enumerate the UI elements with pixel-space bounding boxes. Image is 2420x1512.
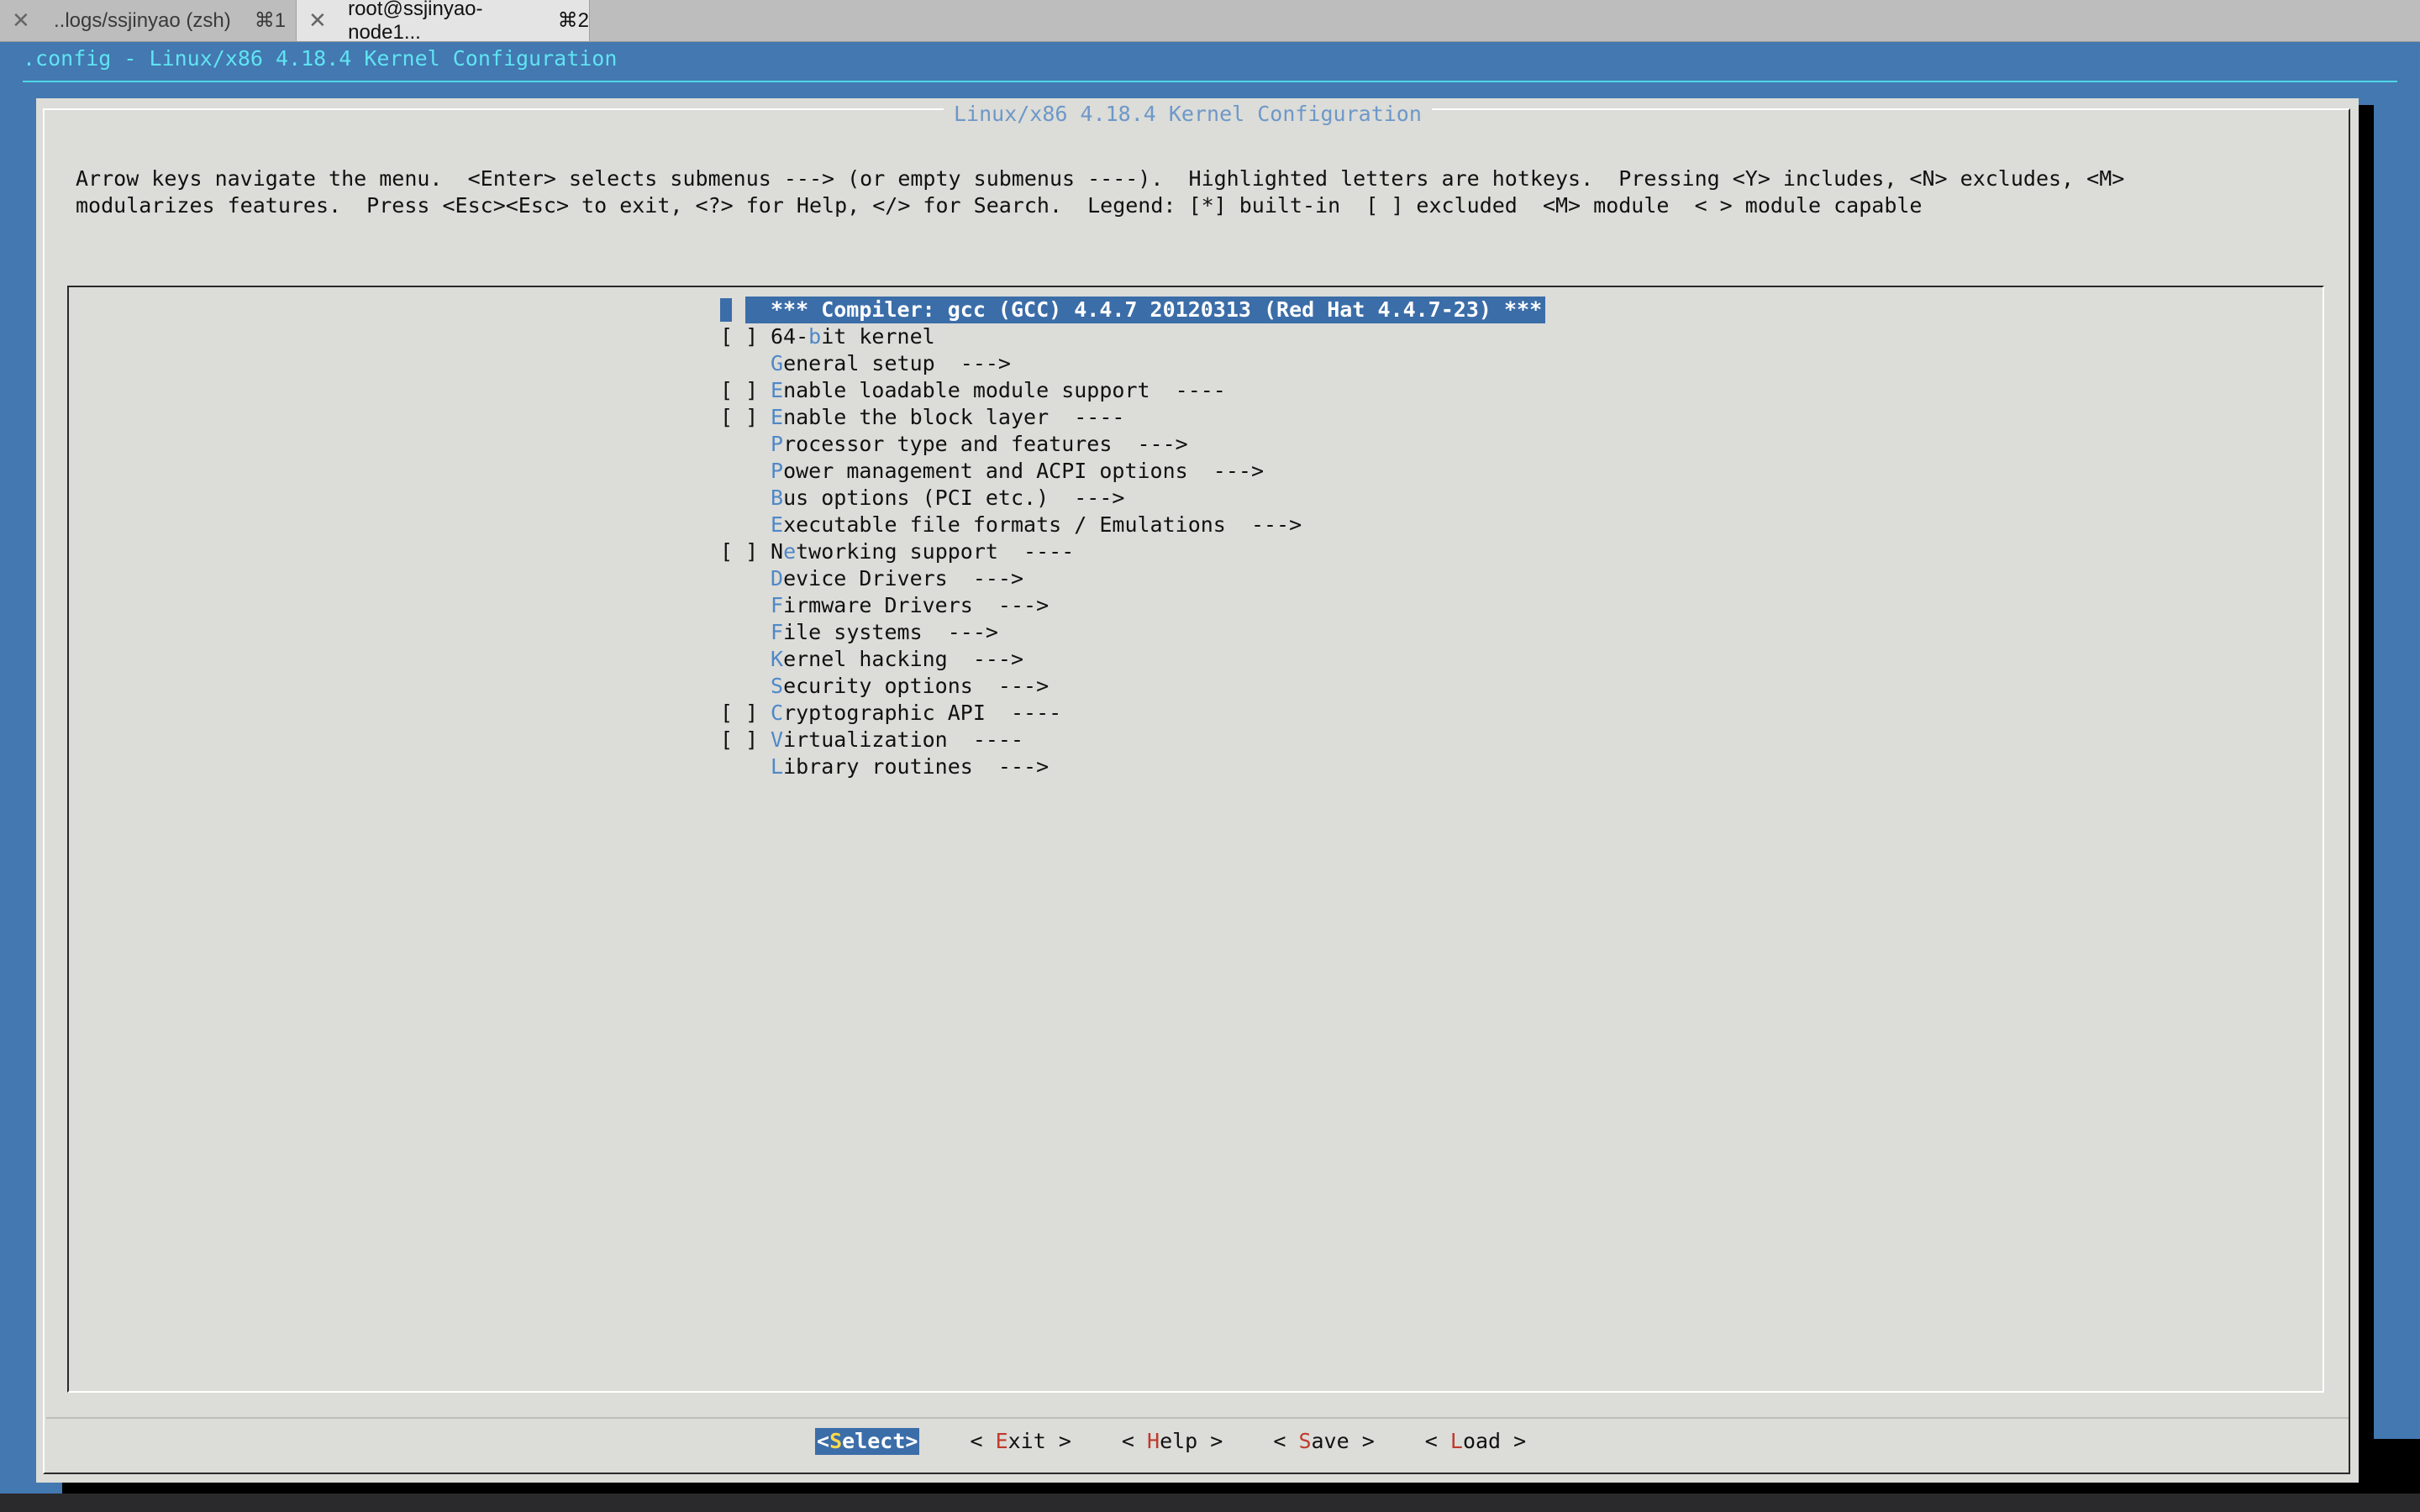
help-line: Arrow keys navigate the menu. <Enter> se…: [76, 166, 2125, 191]
hotkey-letter: S: [771, 674, 784, 698]
hotkey-letter: P: [771, 459, 784, 483]
checkbox-indicator: [ ]: [720, 405, 759, 429]
hotkey-letter: e: [783, 539, 797, 564]
checkbox-indicator: [ ]: [720, 378, 759, 402]
save-button[interactable]: < Save >: [1273, 1428, 1374, 1455]
tab-root-ssh[interactable]: ✕ root@ssjinyao-node1... ⌘2: [296, 0, 590, 44]
menu-item-text: ecurity options --->: [783, 674, 1050, 698]
menu-item[interactable]: [ ] Virtualization ----: [720, 727, 1302, 753]
menu-item-text: ower management and ACPI options --->: [783, 459, 1265, 483]
menu-item-text: irmware Drivers --->: [783, 593, 1050, 617]
menu-item-text: 64-: [771, 324, 809, 349]
cursor-marker: [720, 298, 732, 322]
menu-item-text: ibrary routines --->: [783, 754, 1050, 779]
checkbox-indicator: [ ]: [720, 701, 759, 725]
menu-item[interactable]: [ ] Enable loadable module support ----: [720, 377, 1302, 404]
checkbox-indicator: [ ]: [720, 539, 759, 564]
menu-item[interactable]: Device Drivers --->: [720, 565, 1302, 592]
menu-item[interactable]: Bus options (PCI etc.) --->: [720, 485, 1302, 512]
menu-item-compiler: *** Compiler: gcc (GCC) 4.4.7 20120313 (…: [745, 297, 1546, 323]
hotkey-letter: E: [771, 512, 784, 537]
menu-item[interactable]: Executable file formats / Emulations ---…: [720, 512, 1302, 538]
hotkey-letter: D: [771, 566, 784, 591]
hotkey-letter: L: [771, 754, 784, 779]
hotkey-letter: F: [771, 593, 784, 617]
menu-item-text: nable loadable module support ----: [783, 378, 1226, 402]
menu-item-text: it kernel: [821, 324, 935, 349]
hotkey-letter: E: [771, 378, 784, 402]
menu-item[interactable]: Kernel hacking --->: [720, 646, 1302, 673]
dialog-shadow: [2359, 105, 2374, 1491]
menu-item-text: ile systems --->: [783, 620, 998, 644]
hotkey-letter: P: [771, 432, 784, 456]
menu-item-text: us options (PCI etc.) --->: [783, 486, 1125, 510]
help-text: Arrow keys navigate the menu. <Enter> se…: [76, 165, 2124, 219]
checkbox-indicator: [ ]: [720, 727, 759, 752]
hotkey-letter: F: [771, 620, 784, 644]
menu-item-text: rocessor type and features --->: [783, 432, 1188, 456]
menu-list: *** Compiler: gcc (GCC) 4.4.7 20120313 (…: [720, 297, 1546, 780]
tab-label: ..logs/ssjinyao (zsh): [54, 8, 231, 32]
help-button[interactable]: < Help >: [1122, 1428, 1223, 1455]
menu-item[interactable]: General setup --->: [720, 350, 1302, 377]
menu-item[interactable]: [ ] 64-bit kernel: [720, 323, 1302, 350]
tab-label: root@ssjinyao-node1...: [348, 0, 483, 44]
terminal-tab-bar: ✕ ..logs/ssjinyao (zsh) ⌘1 ✕ root@ssjiny…: [0, 0, 2420, 44]
menu-item-text: tworking support ----: [796, 539, 1075, 564]
hotkey-letter: b: [808, 324, 822, 349]
hotkey-letter: B: [771, 486, 784, 510]
menu-item[interactable]: Security options --->: [720, 673, 1302, 700]
terminal-bottom-edge: [0, 1494, 2420, 1512]
checkbox-indicator: [ ]: [720, 324, 759, 349]
menu-item-selected[interactable]: *** Compiler: gcc (GCC) 4.4.7 20120313 (…: [720, 297, 1546, 323]
menu-item[interactable]: [ ] Enable the block layer ----: [720, 404, 1302, 431]
menu-item[interactable]: Power management and ACPI options --->: [720, 458, 1302, 485]
tab-shortcut: ⌘1: [254, 9, 287, 32]
menu-item-text: irtualization ----: [783, 727, 1024, 752]
exit-button[interactable]: < Exit >: [970, 1428, 1071, 1455]
menu-item[interactable]: [ ] Networking support ----: [720, 538, 1302, 565]
menu-item-text: eneral setup --->: [783, 351, 1011, 375]
close-tab-icon[interactable]: ✕: [12, 8, 35, 34]
menu-item[interactable]: [ ] Cryptographic API ----: [720, 700, 1302, 727]
help-line: modularizes features. Press <Esc><Esc> t…: [76, 193, 1923, 218]
select-button[interactable]: <Select>: [815, 1428, 920, 1455]
hotkey-letter: C: [771, 701, 784, 725]
hotkey-letter: K: [771, 647, 784, 671]
menu-item-text: xecutable file formats / Emulations --->: [783, 512, 1302, 537]
menu-item-text: nable the block layer ----: [783, 405, 1125, 429]
kernel-config-dialog: Linux/x86 4.18.4 Kernel Configuration Ar…: [36, 98, 2359, 1483]
tab-shortcut: ⌘2: [557, 9, 589, 32]
terminal-window[interactable]: .config - Linux/x86 4.18.4 Kernel Config…: [0, 42, 2420, 1512]
menu-item-text: evice Drivers --->: [783, 566, 1024, 591]
menu-item-text: N: [771, 539, 784, 564]
menu-item-text: ryptographic API ----: [783, 701, 1062, 725]
menu-item[interactable]: Firmware Drivers --->: [720, 592, 1302, 619]
hotkey-letter: E: [771, 405, 784, 429]
hotkey-letter: V: [771, 727, 784, 752]
button-separator: [46, 1417, 2349, 1419]
load-button[interactable]: < Load >: [1425, 1428, 1526, 1455]
button-bar: <Select> < Exit > < Help > < Save > < Load >: [815, 1428, 1576, 1455]
menu-item[interactable]: File systems --->: [720, 619, 1302, 646]
close-tab-icon[interactable]: ✕: [308, 8, 329, 34]
tab-zsh-logs[interactable]: ✕ ..logs/ssjinyao (zsh) ⌘1: [0, 0, 296, 41]
backtitle-rule: [23, 81, 2397, 82]
dialog-title: Linux/x86 4.18.4 Kernel Configuration: [944, 101, 1432, 128]
menuconfig-backtitle: .config - Linux/x86 4.18.4 Kernel Config…: [23, 46, 618, 71]
hotkey-letter: G: [771, 351, 784, 375]
menu-item[interactable]: Library routines --->: [720, 753, 1302, 780]
menu-item[interactable]: Processor type and features --->: [720, 431, 1302, 458]
menu-item-text: ernel hacking --->: [783, 647, 1024, 671]
